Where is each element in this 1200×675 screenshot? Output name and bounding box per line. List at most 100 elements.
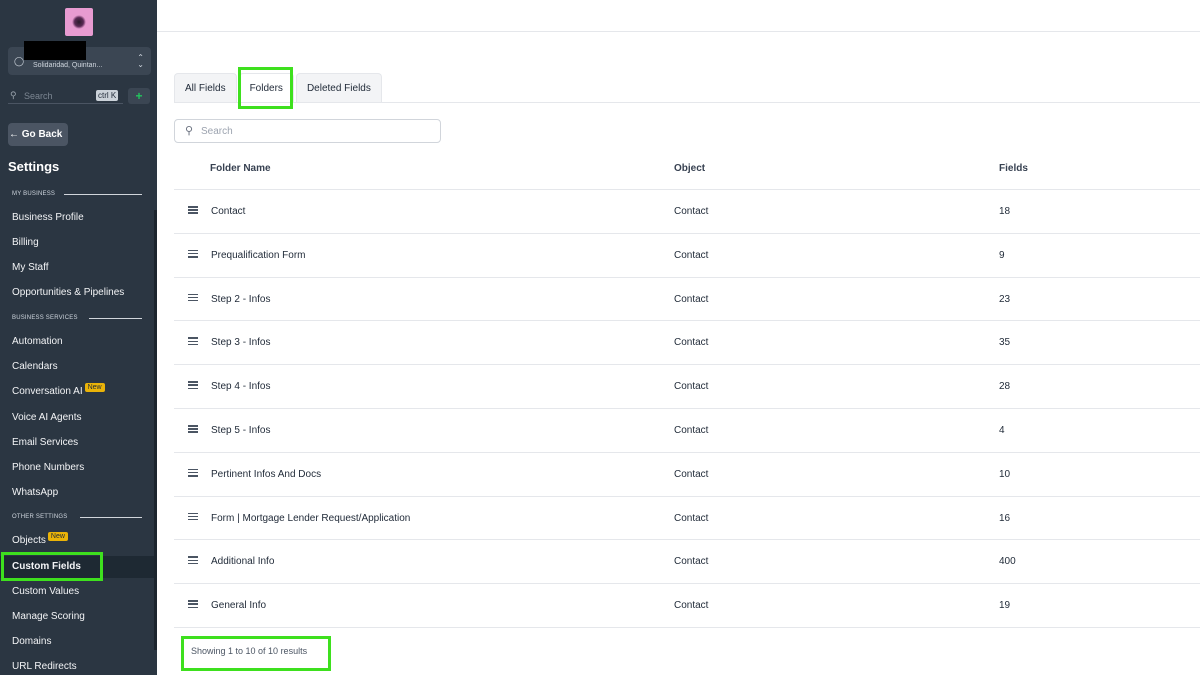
cell-object: Contact [674, 512, 709, 524]
drag-handle-icon[interactable] [188, 512, 198, 522]
column-header-fields[interactable]: Fields [999, 163, 1028, 174]
section-business-services: BUSINESS SERVICES [12, 315, 78, 321]
sidebar-item-whatsapp[interactable]: WhatsApp [0, 482, 154, 504]
sidebar-search-placeholder: Search [24, 91, 53, 101]
cell-object: Contact [674, 600, 709, 612]
sidebar-search[interactable]: ⚲ Search ctrl K [8, 88, 123, 104]
section-other-settings: OTHER SETTINGS [12, 514, 68, 520]
cell-folder-name[interactable]: General Info [211, 600, 266, 611]
cell-object: Contact [674, 381, 709, 393]
cell-folder-name[interactable]: Prequalification Form [211, 250, 305, 261]
search-input[interactable] [201, 123, 431, 139]
table-row[interactable]: Step 5 - Infos Contact 4 [174, 408, 1200, 452]
cell-fields: 400 [999, 556, 1016, 568]
table-row[interactable]: General Info Contact 19 [174, 583, 1200, 627]
quick-add-button[interactable]: + [128, 88, 150, 104]
sidebar-scrollbar[interactable] [154, 210, 157, 650]
column-header-object[interactable]: Object [674, 163, 705, 174]
cell-folder-name[interactable]: Step 5 - Infos [211, 425, 270, 436]
drag-handle-icon[interactable] [188, 206, 198, 215]
drag-handle-icon[interactable] [188, 337, 198, 346]
highlight-pagination [181, 636, 331, 671]
sidebar-item-calendars[interactable]: Calendars [0, 356, 154, 378]
sidebar-item-my-staff[interactable]: My Staff [0, 257, 154, 279]
settings-title: Settings [8, 159, 60, 174]
sidebar-item-domains[interactable]: Domains [0, 631, 154, 653]
cell-object: Contact [674, 293, 709, 305]
drag-handle-icon[interactable] [188, 425, 198, 434]
tab-all-fields[interactable]: All Fields [174, 73, 237, 102]
sidebar-item-phone-numbers[interactable]: Phone Numbers [0, 457, 154, 479]
cell-fields: 19 [999, 600, 1011, 612]
sidebar-item-custom-values[interactable]: Custom Values [0, 581, 154, 603]
table-row[interactable]: Prequalification Form Contact 9 [174, 232, 1200, 277]
sidebar-item-email-services[interactable]: Email Services [0, 432, 154, 454]
table-row[interactable]: Step 2 - Infos Contact 23 [174, 276, 1200, 321]
drag-handle-icon[interactable] [188, 249, 198, 259]
sidebar-item-automation[interactable]: Automation [0, 331, 154, 353]
drag-handle-icon[interactable] [188, 556, 198, 565]
column-header-folder-name[interactable]: Folder Name [210, 163, 271, 174]
drag-handle-icon[interactable] [188, 468, 198, 478]
company-logo [65, 8, 93, 36]
sidebar-item-url-redirects[interactable]: URL Redirects [0, 656, 154, 675]
divider [89, 318, 142, 319]
cell-fields: 10 [999, 468, 1011, 480]
cell-folder-name[interactable]: Step 2 - Infos [211, 294, 270, 305]
cell-fields: 23 [999, 293, 1011, 305]
divider [80, 517, 142, 518]
cell-folder-name[interactable]: Form | Mortgage Lender Request/Applicati… [211, 513, 410, 524]
cell-folder-name[interactable]: Pertinent Infos And Docs [211, 469, 321, 480]
redacted-name [24, 41, 86, 60]
cell-folder-name[interactable]: Step 3 - Infos [211, 337, 270, 348]
cell-object: Contact [674, 468, 709, 480]
shortcut-hint: ctrl K [96, 90, 119, 101]
drag-handle-icon[interactable] [188, 381, 198, 390]
cell-folder-name[interactable]: Step 4 - Infos [211, 381, 270, 392]
cell-object: Contact [674, 206, 709, 217]
search-icon: ⚲ [185, 125, 194, 137]
sidebar-item-billing[interactable]: Billing [0, 232, 154, 254]
chevron-up-down-icon: ⌃ ⌄ [137, 53, 144, 69]
account-name: Solidaridad, Quintan... [33, 62, 103, 69]
table-row[interactable]: Pertinent Infos And Docs Contact 10 [174, 451, 1200, 496]
user-icon: ◯ [14, 56, 25, 66]
cell-object: Contact [674, 556, 709, 568]
search-icon: ⚲ [10, 90, 17, 100]
cell-fields: 9 [999, 249, 1005, 261]
table-row[interactable]: Form | Mortgage Lender Request/Applicati… [174, 495, 1200, 540]
sidebar-item-objects[interactable]: Objects New [0, 530, 154, 552]
table-row[interactable]: Additional Info Contact 400 [174, 539, 1200, 583]
highlight-folders-tab [238, 67, 293, 109]
table-row[interactable]: Step 3 - Infos Contact 35 [174, 320, 1200, 364]
drag-handle-icon[interactable] [188, 600, 198, 609]
go-back-button[interactable]: ← Go Back [8, 123, 68, 146]
cell-folder-name[interactable]: Additional Info [211, 556, 274, 567]
table-row[interactable]: Contact Contact 18 [174, 189, 1200, 233]
section-my-business: MY BUSINESS [12, 191, 56, 197]
drag-handle-icon[interactable] [188, 293, 198, 303]
new-badge: New [47, 532, 68, 541]
tab-deleted-fields[interactable]: Deleted Fields [295, 73, 382, 102]
cell-fields: 28 [999, 381, 1011, 393]
sidebar-item-label: Objects [12, 535, 46, 546]
cell-folder-name[interactable]: Contact [211, 206, 245, 217]
sidebar-item-business-profile[interactable]: Business Profile [0, 207, 154, 229]
sidebar-item-voice-ai-agents[interactable]: Voice AI Agents [0, 407, 154, 429]
sidebar-item-label: Conversation AI [12, 386, 83, 397]
cell-object: Contact [674, 249, 709, 261]
divider [64, 194, 142, 195]
cell-fields: 35 [999, 337, 1011, 349]
table-row[interactable]: Step 4 - Infos Contact 28 [174, 364, 1200, 408]
sidebar-item-manage-scoring[interactable]: Manage Scoring [0, 606, 154, 628]
cell-fields: 16 [999, 512, 1011, 524]
cell-object: Contact [674, 337, 709, 349]
table-bottom-border [174, 627, 1200, 628]
sidebar-item-conversation-ai[interactable]: Conversation AI New [0, 381, 154, 403]
tabs-divider [174, 102, 1200, 103]
search-field[interactable]: ⚲ [174, 119, 441, 143]
new-badge: New [84, 383, 105, 392]
cell-fields: 18 [999, 206, 1011, 217]
cell-object: Contact [674, 425, 709, 436]
sidebar-item-opportunities[interactable]: Opportunities & Pipelines [0, 282, 154, 304]
